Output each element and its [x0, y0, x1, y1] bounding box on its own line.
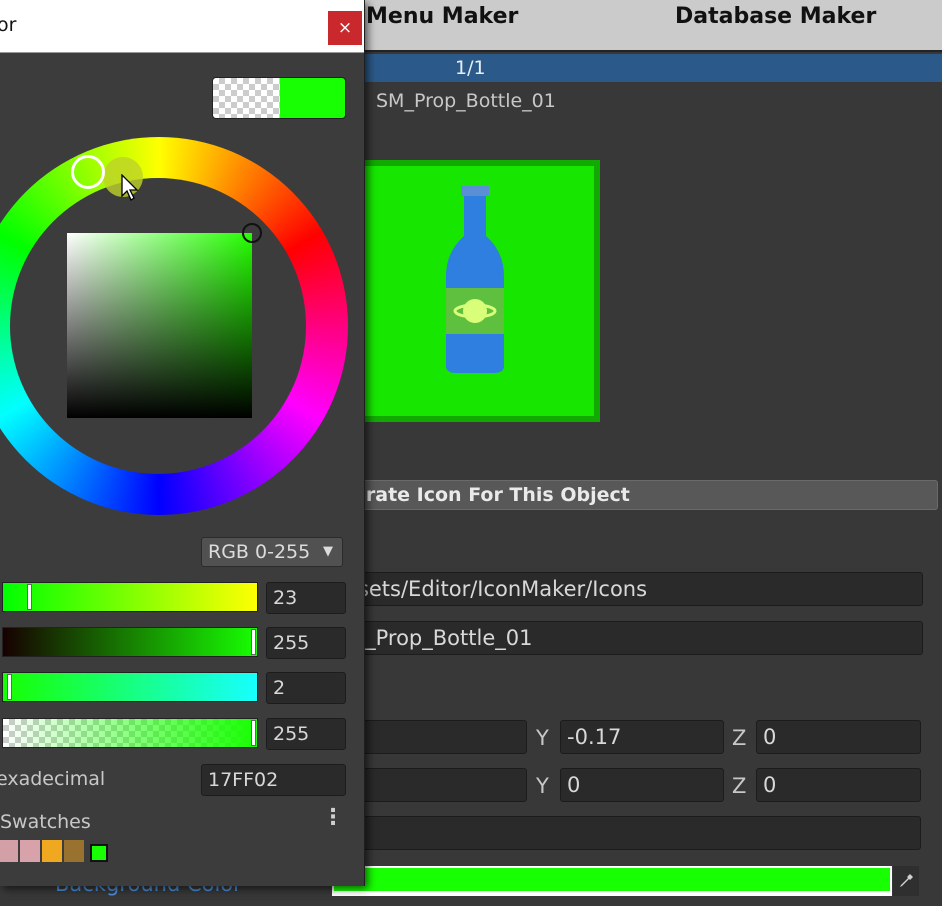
swatches-label: Swatches [0, 811, 91, 833]
blue-slider[interactable] [2, 672, 258, 702]
previous-color[interactable] [213, 78, 280, 118]
color-picker-titlebar[interactable]: or × [0, 0, 364, 53]
position-z-label: Z [732, 726, 747, 750]
tab-menu-maker[interactable]: Menu Maker [366, 4, 518, 29]
pager-label: 1/1 [455, 57, 486, 79]
pager-bar[interactable]: 1/1 [340, 54, 942, 82]
eyedropper-icon [900, 874, 913, 887]
sv-handle[interactable] [242, 223, 262, 243]
generate-icon-label: erate Icon For This Object [353, 484, 630, 506]
color-swatch[interactable] [42, 840, 62, 862]
tab-database-maker[interactable]: Database Maker [675, 4, 876, 29]
color-picker-title: or [0, 14, 17, 36]
mouse-cursor-icon [121, 174, 139, 201]
blue-slider-knob[interactable] [7, 674, 12, 700]
red-slider[interactable] [2, 582, 258, 612]
alpha-slider[interactable] [2, 718, 258, 748]
color-picker-window: or × RGB 0-255 ▼ 23 255 2 255 exadecimal… [0, 0, 365, 886]
background-color-fill [334, 868, 890, 891]
saturation-value-square[interactable] [67, 233, 252, 418]
hexadecimal-label: exadecimal [0, 768, 106, 790]
icon-preview [338, 160, 600, 422]
color-mode-label: RGB 0-255 [208, 541, 311, 563]
rotation-y-label: Y [536, 774, 549, 798]
file-name-field[interactable]: M_Prop_Bottle_01 [340, 621, 923, 655]
hex-input[interactable]: 17FF02 [201, 764, 346, 796]
swatches-menu-icon[interactable]: ⋮ [322, 806, 344, 830]
color-compare-swatch [212, 77, 346, 119]
bottle-icon [446, 186, 504, 373]
generate-icon-button[interactable]: erate Icon For This Object [330, 480, 938, 510]
position-z-field[interactable]: 0 [756, 720, 921, 754]
position-y-label: Y [536, 726, 549, 750]
position-x-field[interactable]: 0 [340, 720, 527, 754]
color-swatch[interactable] [0, 840, 18, 862]
color-swatch[interactable] [64, 840, 84, 862]
close-button[interactable]: × [328, 11, 362, 45]
background-color-field[interactable] [332, 866, 892, 896]
green-input[interactable]: 255 [266, 627, 346, 659]
color-swatch[interactable] [20, 840, 40, 862]
chevron-down-icon: ▼ [323, 544, 333, 559]
color-mode-select[interactable]: RGB 0-255 ▼ [201, 537, 343, 567]
eyedropper-button[interactable] [893, 866, 919, 896]
blue-input[interactable]: 2 [266, 672, 346, 704]
object-name: SM_Prop_Bottle_01 [376, 90, 556, 112]
green-slider[interactable] [2, 627, 258, 657]
color-swatch[interactable] [90, 844, 108, 862]
save-path-field[interactable]: ssets/Editor/IconMaker/Icons [340, 572, 923, 606]
red-slider-knob[interactable] [27, 584, 32, 610]
green-slider-knob[interactable] [251, 629, 256, 655]
alpha-input[interactable]: 255 [266, 718, 346, 750]
alpha-slider-knob[interactable] [251, 720, 256, 746]
rotation-z-field[interactable]: 0 [756, 768, 921, 802]
current-color [280, 78, 345, 118]
rotation-x-field[interactable]: 0 [340, 768, 527, 802]
rotation-z-label: Z [732, 774, 747, 798]
empty-field[interactable] [340, 816, 921, 850]
red-input[interactable]: 23 [266, 582, 346, 614]
hue-handle[interactable] [71, 155, 105, 189]
rotation-y-field[interactable]: 0 [560, 768, 724, 802]
position-y-field[interactable]: -0.17 [560, 720, 724, 754]
